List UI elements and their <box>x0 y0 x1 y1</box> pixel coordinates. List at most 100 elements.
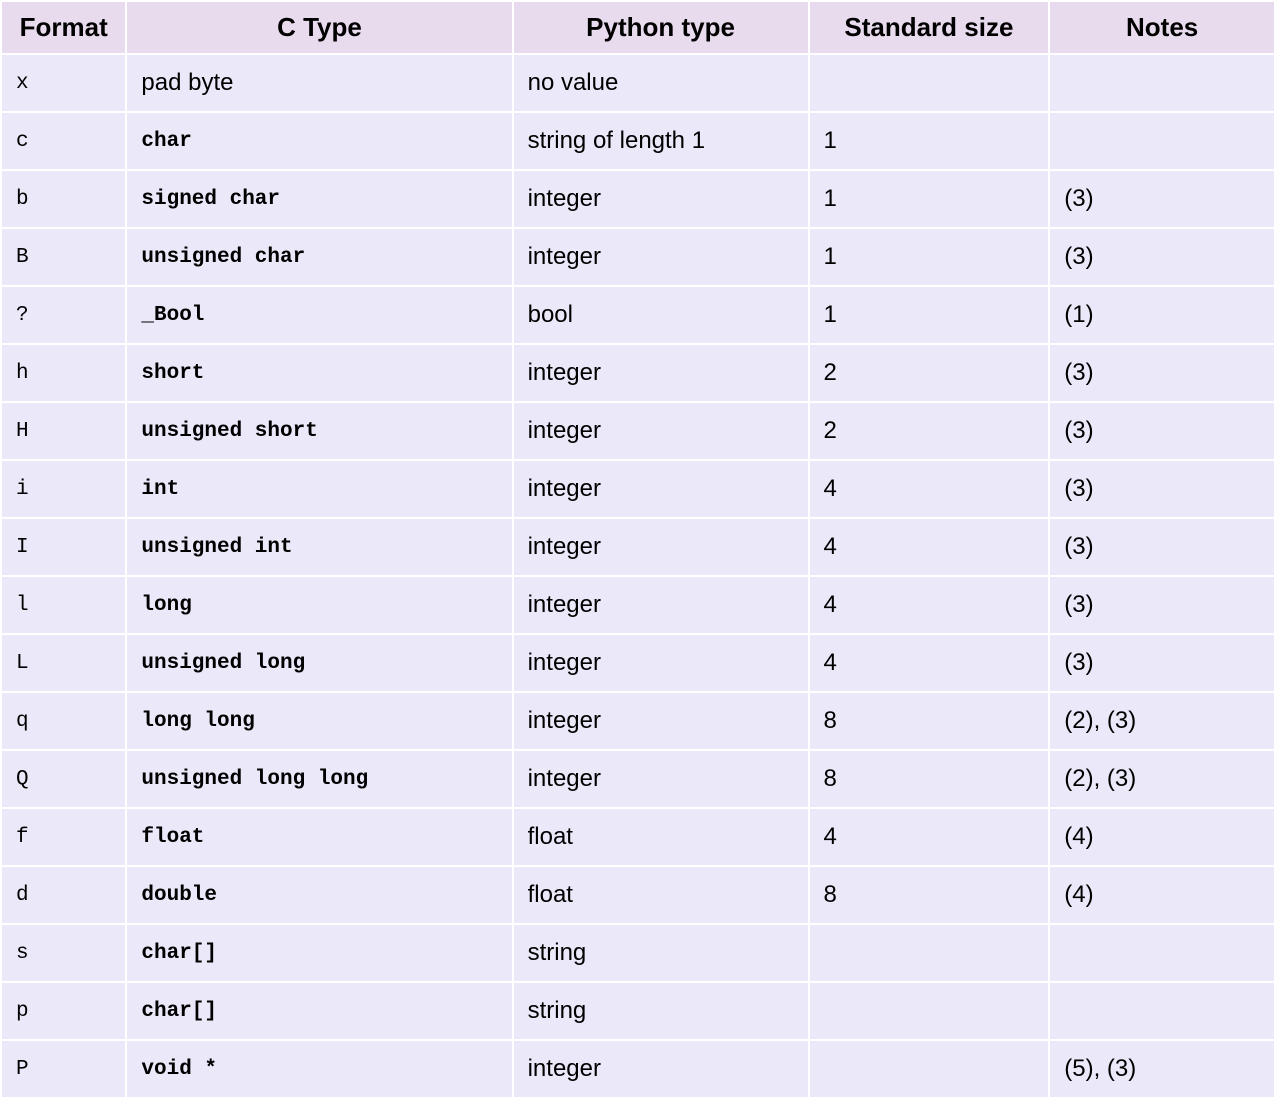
cell-ptype: bool <box>513 286 809 344</box>
cell-size: 8 <box>809 866 1050 924</box>
cell-format: d <box>1 866 126 924</box>
table-row: pchar[]string <box>1 982 1275 1040</box>
cell-format: b <box>1 170 126 228</box>
cell-size: 1 <box>809 228 1050 286</box>
table-row: ffloatfloat4(4) <box>1 808 1275 866</box>
cell-ptype: float <box>513 866 809 924</box>
cell-format: i <box>1 460 126 518</box>
cell-ctype: unsigned long <box>126 634 512 692</box>
cell-notes: (3) <box>1049 576 1275 634</box>
cell-notes: (4) <box>1049 866 1275 924</box>
cell-format: I <box>1 518 126 576</box>
table-row: Bunsigned charinteger1(3) <box>1 228 1275 286</box>
cell-size <box>809 1040 1050 1098</box>
cell-ptype: string <box>513 982 809 1040</box>
cell-notes: (3) <box>1049 460 1275 518</box>
cell-ptype: integer <box>513 228 809 286</box>
cell-size: 4 <box>809 518 1050 576</box>
cell-size: 4 <box>809 634 1050 692</box>
table-header-row: Format C Type Python type Standard size … <box>1 1 1275 54</box>
cell-size <box>809 924 1050 982</box>
cell-ptype: integer <box>513 692 809 750</box>
table-row: hshortinteger2(3) <box>1 344 1275 402</box>
cell-ctype: long long <box>126 692 512 750</box>
cell-ctype: pad byte <box>126 54 512 112</box>
cell-ptype: string <box>513 924 809 982</box>
cell-ctype: char[] <box>126 924 512 982</box>
cell-ctype: unsigned long long <box>126 750 512 808</box>
format-characters-table: Format C Type Python type Standard size … <box>0 0 1276 1099</box>
cell-ctype: long <box>126 576 512 634</box>
cell-notes: (3) <box>1049 518 1275 576</box>
cell-ctype: _Bool <box>126 286 512 344</box>
cell-ptype: integer <box>513 170 809 228</box>
table-row: llonginteger4(3) <box>1 576 1275 634</box>
table-row: ccharstring of length 11 <box>1 112 1275 170</box>
cell-size: 1 <box>809 170 1050 228</box>
cell-format: P <box>1 1040 126 1098</box>
cell-notes <box>1049 982 1275 1040</box>
table-row: bsigned charinteger1(3) <box>1 170 1275 228</box>
cell-size: 4 <box>809 460 1050 518</box>
cell-ptype: string of length 1 <box>513 112 809 170</box>
col-header-size: Standard size <box>809 1 1050 54</box>
table-body: xpad byteno valueccharstring of length 1… <box>1 54 1275 1098</box>
table-row: qlong longinteger8(2), (3) <box>1 692 1275 750</box>
cell-format: s <box>1 924 126 982</box>
cell-ptype: integer <box>513 634 809 692</box>
cell-ptype: no value <box>513 54 809 112</box>
col-header-format: Format <box>1 1 126 54</box>
cell-ctype: unsigned int <box>126 518 512 576</box>
cell-size: 8 <box>809 692 1050 750</box>
cell-format: p <box>1 982 126 1040</box>
cell-ctype: unsigned char <box>126 228 512 286</box>
cell-size: 2 <box>809 344 1050 402</box>
table-row: ddoublefloat8(4) <box>1 866 1275 924</box>
col-header-ctype: C Type <box>126 1 512 54</box>
col-header-ptype: Python type <box>513 1 809 54</box>
cell-format: q <box>1 692 126 750</box>
cell-size <box>809 54 1050 112</box>
cell-notes <box>1049 54 1275 112</box>
cell-notes: (3) <box>1049 344 1275 402</box>
cell-ctype: float <box>126 808 512 866</box>
cell-notes <box>1049 112 1275 170</box>
cell-notes: (2), (3) <box>1049 692 1275 750</box>
cell-ptype: integer <box>513 402 809 460</box>
cell-notes: (3) <box>1049 402 1275 460</box>
table-row: Iunsigned intinteger4(3) <box>1 518 1275 576</box>
col-header-notes: Notes <box>1049 1 1275 54</box>
cell-ctype: unsigned short <box>126 402 512 460</box>
cell-notes: (4) <box>1049 808 1275 866</box>
cell-ctype: char <box>126 112 512 170</box>
table-row: Hunsigned shortinteger2(3) <box>1 402 1275 460</box>
cell-size: 2 <box>809 402 1050 460</box>
table-row: Pvoid *integer (5), (3) <box>1 1040 1275 1098</box>
cell-size: 4 <box>809 576 1050 634</box>
cell-notes: (1) <box>1049 286 1275 344</box>
cell-ctype: char[] <box>126 982 512 1040</box>
cell-size: 8 <box>809 750 1050 808</box>
cell-notes: (2), (3) <box>1049 750 1275 808</box>
cell-ctype: double <box>126 866 512 924</box>
cell-format: L <box>1 634 126 692</box>
cell-ctype: int <box>126 460 512 518</box>
cell-ptype: integer <box>513 1040 809 1098</box>
cell-format: B <box>1 228 126 286</box>
cell-format: x <box>1 54 126 112</box>
cell-ctype: signed char <box>126 170 512 228</box>
cell-ctype: short <box>126 344 512 402</box>
cell-ctype: void * <box>126 1040 512 1098</box>
cell-notes: (5), (3) <box>1049 1040 1275 1098</box>
cell-format: Q <box>1 750 126 808</box>
cell-format: f <box>1 808 126 866</box>
cell-size <box>809 982 1050 1040</box>
cell-format: h <box>1 344 126 402</box>
cell-ptype: integer <box>513 460 809 518</box>
cell-size: 1 <box>809 112 1050 170</box>
cell-size: 4 <box>809 808 1050 866</box>
table-row: xpad byteno value <box>1 54 1275 112</box>
cell-size: 1 <box>809 286 1050 344</box>
table-row: Lunsigned longinteger4(3) <box>1 634 1275 692</box>
cell-ptype: float <box>513 808 809 866</box>
